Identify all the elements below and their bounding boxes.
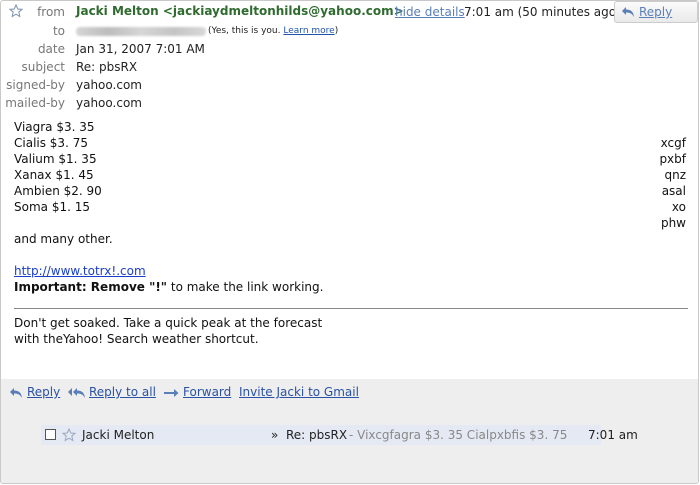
reply-button-label: Reply <box>639 5 673 19</box>
to-note-prefix: (Yes, this is you. <box>208 26 281 36</box>
noise-word: pxbf <box>659 152 686 166</box>
noise-word: xcgf <box>660 136 686 150</box>
divider <box>14 308 688 309</box>
body-line: Soma $1. 15 <box>14 200 90 214</box>
and-many-other-text: and many other. <box>14 232 113 246</box>
reply-all-link[interactable]: Reply to all <box>89 385 156 399</box>
hide-details-link[interactable]: hide details <box>395 5 465 19</box>
to-label: to <box>52 24 65 38</box>
reply-button[interactable]: Reply <box>614 1 698 23</box>
reply-all-arrow-icon <box>68 388 85 398</box>
spam-url-link[interactable]: http://www.totrx!.com <box>14 264 146 278</box>
to-note-suffix: ) <box>334 26 339 36</box>
row-sender: Jacki Melton <box>82 428 155 442</box>
mailed-by-value: yahoo.com <box>76 96 142 110</box>
reply-arrow-icon <box>622 7 634 17</box>
row-subject: Re: pbsRX <box>286 428 348 442</box>
important-bold: Important: Remove "!" <box>14 280 168 294</box>
ad-line: Don't get soaked. Take a quick peak at t… <box>14 316 323 330</box>
row-chevron: » <box>271 428 279 442</box>
redacted-recipient <box>76 27 206 36</box>
forward-link[interactable]: Forward <box>183 385 231 399</box>
learn-more-link[interactable]: Learn more <box>283 26 334 36</box>
body-line: Valium $1. 35 <box>14 152 97 166</box>
row-snippet: - Vixcgfagra $3. 35 Cialpxbfis $3. 75 V <box>349 428 571 442</box>
star-icon[interactable] <box>62 428 76 442</box>
ad-line: with theYahoo! Search weather shortcut. <box>14 332 259 346</box>
signed-by-value: yahoo.com <box>76 78 142 92</box>
reply-link[interactable]: Reply <box>27 385 60 399</box>
noise-word: qnz <box>664 168 686 182</box>
email-message-panel: from Jacki Melton <jackiaydmeltonhilds@y… <box>0 0 699 484</box>
row-checkbox[interactable] <box>45 429 56 440</box>
body-line: Ambien $2. 90 <box>14 184 102 198</box>
invite-link[interactable]: Invite Jacki to Gmail <box>239 385 359 399</box>
row-time: 7:01 am <box>588 428 638 442</box>
mailed-by-label: mailed-by <box>5 96 65 110</box>
body-line: Xanax $1. 45 <box>14 168 94 182</box>
noise-word: xo <box>671 200 686 214</box>
forward-arrow-icon <box>164 389 179 397</box>
date-label: date <box>37 42 65 56</box>
from-label: from <box>37 5 65 19</box>
noise-word: asal <box>661 184 686 198</box>
sender-name[interactable]: Jacki Melton <jackiaydmeltonhilds@yahoo.… <box>76 4 404 18</box>
important-note: Important: Remove "!" to make the link w… <box>14 280 323 294</box>
date-value: Jan 31, 2007 7:01 AM <box>76 42 205 56</box>
subject-label: subject <box>21 60 66 74</box>
body-line: Viagra $3. 35 <box>14 120 95 134</box>
important-rest: to make the link working. <box>167 280 324 294</box>
subject-value: Re: pbsRX <box>76 60 138 74</box>
noise-word: phw <box>660 216 686 230</box>
signed-by-label: signed-by <box>6 78 65 92</box>
to-note: (Yes, this is you. Learn more) <box>208 26 338 36</box>
body-line: Cialis $3. 75 <box>14 136 88 150</box>
message-time: 7:01 am (50 minutes ago) <box>464 5 621 19</box>
reply-arrow-icon <box>10 388 22 398</box>
